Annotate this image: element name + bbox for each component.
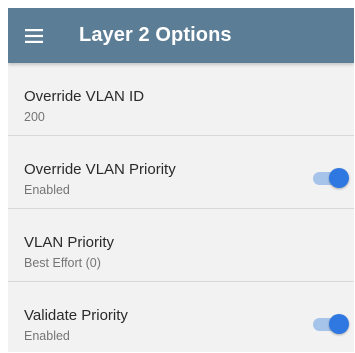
toggle-thumb: [329, 314, 349, 334]
setting-validate-priority[interactable]: Validate Priority Enabled: [8, 282, 354, 352]
setting-value: Enabled: [24, 329, 70, 343]
setting-value: Best Effort (0): [24, 256, 101, 270]
setting-override-vlan-priority[interactable]: Override VLAN Priority Enabled: [8, 136, 354, 209]
settings-list: Override VLAN ID 200 Override VLAN Prior…: [8, 63, 354, 352]
hamburger-menu-icon: [25, 29, 43, 43]
setting-override-vlan-id[interactable]: Override VLAN ID 200: [8, 63, 354, 136]
validate-priority-toggle[interactable]: [313, 313, 349, 335]
setting-title: Validate Priority: [24, 307, 128, 324]
page-title: Layer 2 Options: [79, 24, 232, 46]
setting-title: VLAN Priority: [24, 234, 115, 251]
menu-button[interactable]: [16, 18, 52, 54]
setting-title: Override VLAN ID: [24, 88, 145, 105]
app-screen: Layer 2 Options Override VLAN ID 200 Ove…: [8, 8, 354, 352]
setting-value: Enabled: [24, 183, 70, 197]
app-bar: Layer 2 Options: [8, 8, 354, 63]
override-vlan-priority-toggle[interactable]: [313, 167, 349, 189]
setting-vlan-priority[interactable]: VLAN Priority Best Effort (0): [8, 209, 354, 282]
setting-title: Override VLAN Priority: [24, 161, 176, 178]
setting-value: 200: [24, 110, 45, 124]
toggle-thumb: [329, 168, 349, 188]
